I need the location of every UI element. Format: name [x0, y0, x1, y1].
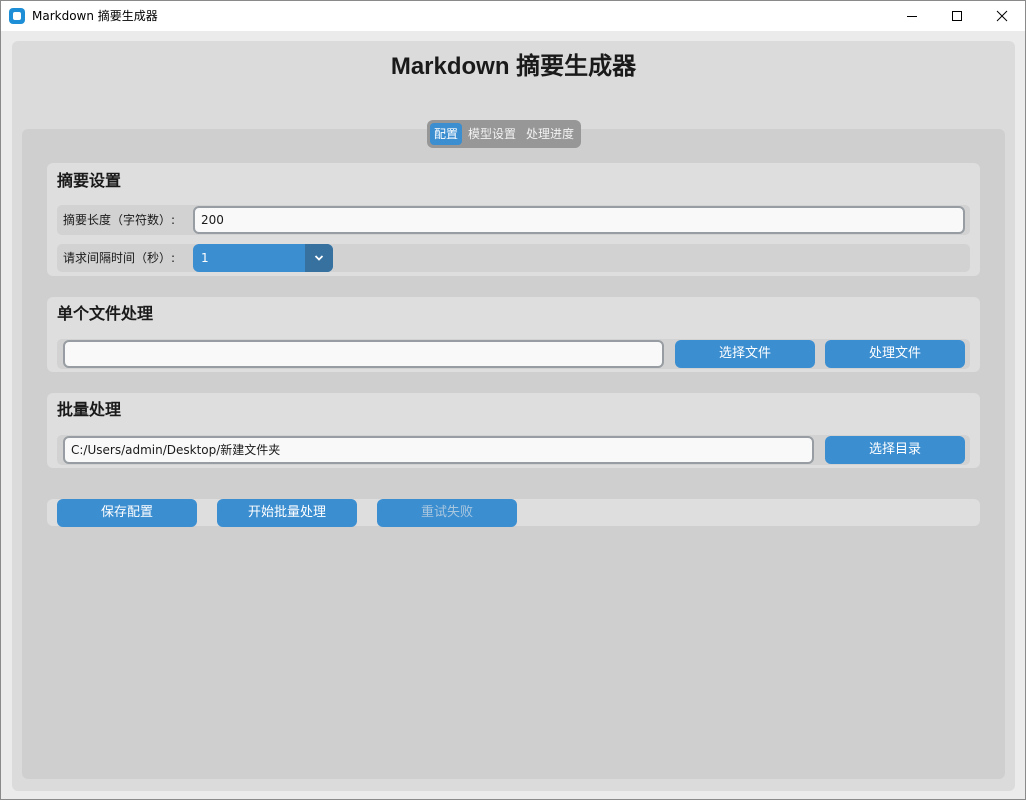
- app-icon: [9, 8, 25, 24]
- section-title: 摘要设置: [57, 171, 122, 190]
- window-title: Markdown 摘要生成器: [32, 9, 158, 23]
- summary-settings-section: 摘要设置 摘要长度（字符数）: 200 请求间隔时间（秒）: 1: [47, 163, 980, 276]
- choose-directory-button[interactable]: 选择目录: [825, 436, 965, 464]
- title-bar[interactable]: Markdown 摘要生成器: [1, 1, 1025, 31]
- start-batch-button[interactable]: 开始批量处理: [217, 499, 357, 527]
- file-path-input[interactable]: [63, 340, 664, 368]
- app-window: Markdown 摘要生成器 Markdown 摘要生成器 配置 模型设置 处理…: [0, 0, 1026, 800]
- main-frame: Markdown 摘要生成器 配置 模型设置 处理进度 摘要设置 摘要长度（字符…: [12, 41, 1015, 791]
- tab-progress[interactable]: 处理进度: [522, 123, 578, 145]
- request-interval-label: 请求间隔时间（秒）:: [63, 251, 176, 265]
- minimize-icon: [907, 16, 917, 17]
- tab-config[interactable]: 配置: [430, 123, 463, 145]
- close-icon: [996, 10, 1008, 22]
- save-config-button[interactable]: 保存配置: [57, 499, 197, 527]
- single-file-section: 单个文件处理 选择文件 处理文件: [47, 297, 980, 372]
- maximize-button[interactable]: [934, 1, 980, 31]
- directory-input[interactable]: C:/Users/admin/Desktop/新建文件夹: [63, 436, 814, 464]
- tab-bar: 配置 模型设置 处理进度: [427, 120, 582, 148]
- tab-model-settings[interactable]: 模型设置: [464, 123, 520, 145]
- dropdown-button[interactable]: [305, 244, 333, 272]
- maximize-icon: [952, 11, 962, 21]
- choose-file-button[interactable]: 选择文件: [675, 340, 815, 368]
- action-bar: 保存配置 开始批量处理 重试失败: [47, 499, 980, 527]
- request-interval-combobox[interactable]: 1: [193, 244, 333, 272]
- section-title: 批量处理: [57, 400, 122, 419]
- summary-length-input[interactable]: 200: [193, 206, 965, 234]
- tab-view: 配置 模型设置 处理进度 摘要设置 摘要长度（字符数）: 200 请求间隔时间（…: [22, 120, 1005, 779]
- batch-section: 批量处理 C:/Users/admin/Desktop/新建文件夹 选择目录: [47, 393, 980, 468]
- summary-length-label: 摘要长度（字符数）:: [63, 213, 176, 227]
- minimize-button[interactable]: [889, 1, 935, 31]
- chevron-down-icon: [314, 255, 324, 261]
- process-file-button[interactable]: 处理文件: [825, 340, 965, 368]
- section-title: 单个文件处理: [57, 304, 154, 323]
- retry-failed-button[interactable]: 重试失败: [377, 499, 517, 527]
- page-title: Markdown 摘要生成器: [390, 53, 637, 80]
- request-interval-value: 1: [201, 251, 209, 265]
- close-button[interactable]: [979, 1, 1025, 31]
